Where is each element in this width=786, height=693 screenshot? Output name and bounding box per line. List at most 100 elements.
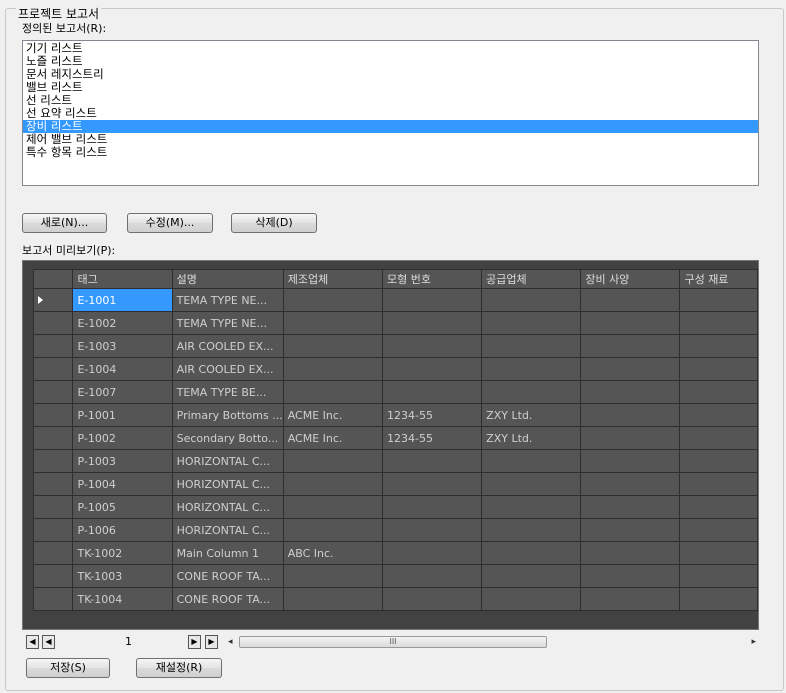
report-list-item[interactable]: 선 리스트 [23, 94, 758, 107]
table-cell[interactable] [679, 380, 758, 404]
column-header[interactable]: 설명 [171, 269, 284, 289]
table-cell[interactable]: P-1004 [72, 472, 173, 496]
table-cell[interactable] [580, 403, 681, 427]
table-cell[interactable]: P-1003 [72, 449, 173, 473]
table-cell[interactable] [282, 587, 384, 611]
table-row[interactable]: TK-1003 CONE ROOF TA... [32, 564, 758, 588]
table-cell[interactable] [679, 472, 758, 496]
row-header[interactable] [32, 541, 74, 565]
row-header[interactable] [32, 357, 74, 381]
table-cell[interactable] [580, 564, 681, 588]
table-cell[interactable] [580, 357, 681, 381]
table-cell[interactable]: CONE ROOF TA... [171, 564, 284, 588]
table-cell[interactable]: AIR COOLED EX... [171, 334, 284, 358]
table-cell[interactable] [282, 380, 384, 404]
delete-button[interactable]: 삭제(D) [231, 213, 317, 233]
table-row[interactable]: TK-1004 CONE ROOF TA... [32, 587, 758, 611]
table-row[interactable]: P-1004 HORIZONTAL C... [32, 472, 758, 496]
table-cell[interactable] [580, 288, 681, 312]
table-cell[interactable] [382, 587, 483, 611]
table-cell[interactable]: P-1001 [72, 403, 173, 427]
table-cell[interactable] [481, 357, 582, 381]
table-cell[interactable] [679, 449, 758, 473]
scroll-thumb[interactable]: III [239, 636, 547, 648]
table-row[interactable]: P-1005 HORIZONTAL C... [32, 495, 758, 519]
table-cell[interactable]: TK-1003 [72, 564, 173, 588]
table-cell[interactable]: AIR COOLED EX... [171, 357, 284, 381]
table-cell[interactable] [679, 518, 758, 542]
table-cell[interactable]: ABC Inc. [282, 541, 384, 565]
report-list-item[interactable]: 노즐 리스트 [23, 55, 758, 68]
table-cell[interactable] [382, 564, 483, 588]
table-cell[interactable]: HORIZONTAL C... [171, 449, 284, 473]
table-cell[interactable]: HORIZONTAL C... [171, 518, 284, 542]
table-cell[interactable] [282, 518, 384, 542]
table-cell[interactable] [282, 288, 384, 312]
table-cell[interactable] [580, 541, 681, 565]
report-list-item[interactable]: 제어 밸브 리스트 [23, 133, 758, 146]
column-header[interactable]: 장비 사양 [580, 269, 681, 289]
table-cell[interactable]: 1234-55 [382, 426, 483, 450]
row-header[interactable] [32, 587, 74, 611]
table-cell[interactable] [679, 334, 758, 358]
table-cell[interactable] [679, 357, 758, 381]
reset-button[interactable]: 재설정(R) [136, 658, 222, 678]
table-row[interactable]: E-1007 TEMA TYPE BE... [32, 380, 758, 404]
column-header[interactable]: 구성 재료 [679, 269, 758, 289]
table-cell[interactable] [282, 495, 384, 519]
table-cell[interactable] [282, 334, 384, 358]
table-row[interactable]: E-1003 AIR COOLED EX... [32, 334, 758, 358]
scroll-right-icon[interactable]: ▸ [751, 637, 756, 647]
row-header[interactable] [32, 380, 74, 404]
report-list-item[interactable]: 선 요약 리스트 [23, 107, 758, 120]
defined-reports-list[interactable]: 기기 리스트 노즐 리스트 문서 레지스트리 밸브 리스트 선 리스트 선 요약 리스트 장… [22, 40, 759, 186]
report-list-item[interactable]: 문서 레지스트리 [23, 68, 758, 81]
table-cell[interactable]: HORIZONTAL C... [171, 495, 284, 519]
table-cell[interactable]: TK-1004 [72, 587, 173, 611]
last-page-icon[interactable]: ▶ [205, 635, 218, 649]
table-cell[interactable] [382, 334, 483, 358]
table-cell[interactable] [481, 472, 582, 496]
row-header[interactable] [32, 495, 74, 519]
table-cell[interactable] [580, 426, 681, 450]
table-row[interactable]: E-1002 TEMA TYPE NE... [32, 311, 758, 335]
table-cell[interactable] [382, 311, 483, 335]
table-cell[interactable]: ACME Inc. [282, 403, 384, 427]
table-cell[interactable] [679, 541, 758, 565]
row-header[interactable] [32, 518, 74, 542]
table-cell[interactable]: CONE ROOF TA... [171, 587, 284, 611]
table-cell[interactable]: E-1003 [72, 334, 173, 358]
table-cell[interactable]: ZXY Ltd. [481, 403, 582, 427]
table-cell[interactable] [382, 449, 483, 473]
table-cell[interactable] [481, 541, 582, 565]
table-row[interactable]: E-1001 TEMA TYPE NE... [32, 288, 758, 312]
table-cell[interactable] [382, 288, 483, 312]
first-page-icon[interactable]: ◀ [26, 635, 39, 649]
table-cell[interactable] [481, 564, 582, 588]
table-cell[interactable] [282, 472, 384, 496]
column-header[interactable]: 태그 [72, 269, 173, 289]
table-row[interactable]: P-1003 HORIZONTAL C... [32, 449, 758, 473]
table-cell[interactable]: TEMA TYPE NE... [171, 311, 284, 335]
column-header[interactable]: 제조업체 [282, 269, 384, 289]
table-cell[interactable] [481, 311, 582, 335]
report-list-item[interactable]: 장비 리스트 [23, 120, 758, 133]
table-cell[interactable]: Primary Bottoms ... [171, 403, 284, 427]
table-cell[interactable]: E-1002 [72, 311, 173, 335]
table-cell[interactable] [481, 518, 582, 542]
horizontal-scrollbar[interactable]: ◂ III ▸ [225, 634, 759, 650]
row-header[interactable] [32, 564, 74, 588]
table-cell[interactable] [481, 334, 582, 358]
table-cell[interactable] [481, 495, 582, 519]
table-cell[interactable] [282, 449, 384, 473]
table-row[interactable]: P-1002 Secondary Botto... ACME Inc. 1234-55… [32, 426, 758, 450]
table-cell[interactable]: Secondary Botto... [171, 426, 284, 450]
edit-button[interactable]: 수정(M)... [127, 213, 213, 233]
table-cell[interactable] [382, 518, 483, 542]
table-row[interactable]: TK-1002 Main Column 1 ABC Inc. [32, 541, 758, 565]
table-cell[interactable] [382, 472, 483, 496]
table-cell[interactable]: E-1007 [72, 380, 173, 404]
table-cell[interactable]: TEMA TYPE BE... [171, 380, 284, 404]
scroll-left-icon[interactable]: ◂ [228, 637, 233, 647]
table-cell[interactable] [580, 380, 681, 404]
